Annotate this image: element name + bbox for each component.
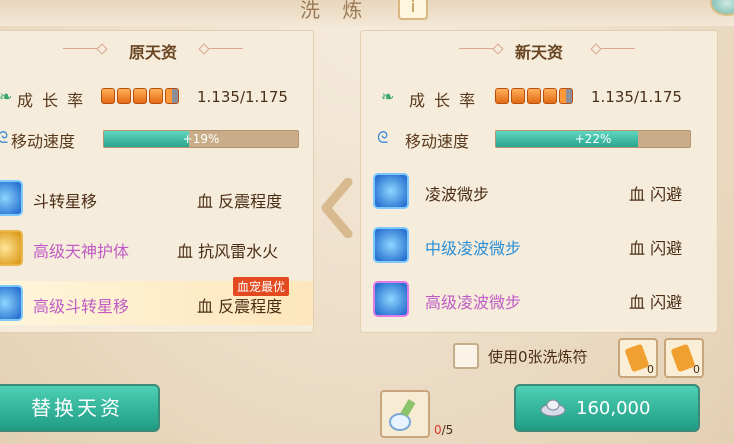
skill-row[interactable]: 中级凌波微步 血 闪避 bbox=[361, 223, 717, 267]
speed-bar: +19% bbox=[103, 130, 299, 148]
silver-ingot-icon bbox=[540, 399, 566, 417]
skill-name: 斗转星移 bbox=[33, 192, 98, 211]
leaf-icon: ❧ bbox=[381, 87, 395, 106]
skill-row[interactable]: 高级凌波微步 血 闪避 bbox=[361, 277, 717, 321]
arrow-left-icon bbox=[321, 178, 353, 238]
growth-label: 成 长 率 bbox=[17, 91, 86, 110]
speed-row: ᘓ 移动速度 +22% bbox=[361, 125, 717, 155]
skill-desc: 血 闪避 bbox=[629, 185, 683, 204]
info-icon[interactable]: i bbox=[398, 0, 428, 20]
use-scroll-label: 使用0张洗炼符 bbox=[488, 348, 588, 366]
skill-name: 中级凌波微步 bbox=[425, 239, 522, 258]
growth-value: 1.135/1.175 bbox=[197, 88, 288, 106]
growth-row: ❧ 成 长 率 1.135/1.175 bbox=[361, 85, 717, 115]
leaf-icon: ❧ bbox=[0, 87, 13, 106]
speed-bar-text: +19% bbox=[182, 132, 220, 146]
skill-icon bbox=[0, 285, 23, 321]
skill-icon bbox=[0, 230, 23, 266]
speed-bar: +22% bbox=[495, 130, 691, 148]
ornament-right bbox=[595, 48, 635, 49]
skill-desc: 血 抗风雷水火 bbox=[177, 242, 279, 261]
growth-label: 成 长 率 bbox=[409, 91, 478, 110]
speed-row: ᘓ 移动速度 +19% bbox=[0, 125, 313, 155]
skill-desc: 血 闪避 bbox=[629, 239, 683, 258]
skill-desc: 血 反震程度 bbox=[197, 192, 283, 211]
potion-icon bbox=[389, 399, 416, 431]
skill-row[interactable]: 斗转星移 血 反震程度 bbox=[0, 176, 313, 220]
scroll-count: 0 bbox=[647, 363, 654, 376]
skill-name: 高级天神护体 bbox=[33, 242, 130, 261]
scroll-count: 0 bbox=[693, 363, 700, 376]
refine-button[interactable]: 160,000 bbox=[514, 384, 700, 432]
skill-icon bbox=[373, 281, 409, 317]
skill-desc: 血 闪避 bbox=[629, 293, 683, 312]
new-aptitude-panel: 新天资 ❧ 成 长 率 1.135/1.175 ᘓ 移动速度 +22% 凌波微步… bbox=[360, 30, 718, 333]
growth-value: 1.135/1.175 bbox=[591, 88, 682, 106]
scroll-slot[interactable]: 0 bbox=[618, 338, 658, 378]
skill-icon bbox=[373, 173, 409, 209]
original-aptitude-panel: 原天资 ❧ 成 长 率 1.135/1.175 ᘓ 移动速度 +19% 斗转星移… bbox=[0, 30, 314, 333]
skill-row[interactable]: 高级天神护体 血 抗风雷水火 bbox=[0, 226, 313, 270]
panel-header: 新天资 bbox=[514, 43, 563, 62]
speed-label: 移动速度 bbox=[11, 132, 76, 151]
scroll-slot-2[interactable]: 0 bbox=[664, 338, 704, 378]
replace-aptitude-button[interactable]: 替换天资 bbox=[0, 384, 160, 432]
speed-bar-text: +22% bbox=[574, 132, 612, 146]
wind-icon: ᘓ bbox=[377, 128, 389, 147]
skill-name: 凌波微步 bbox=[425, 185, 490, 204]
ornament-right bbox=[203, 48, 243, 49]
growth-stars bbox=[495, 88, 573, 104]
skill-name: 高级凌波微步 bbox=[425, 293, 522, 312]
best-badge: 血宠最优 bbox=[233, 277, 290, 296]
skill-row[interactable]: 凌波微步 血 闪避 bbox=[361, 169, 717, 213]
use-scroll-checkbox[interactable] bbox=[453, 343, 479, 369]
growth-stars bbox=[101, 88, 179, 104]
potion-count: 0/5 bbox=[434, 423, 454, 437]
cost-value: 160,000 bbox=[576, 398, 651, 419]
growth-row: ❧ 成 长 率 1.135/1.175 bbox=[0, 85, 313, 115]
skill-icon bbox=[373, 227, 409, 263]
potion-slot[interactable] bbox=[380, 390, 430, 438]
speed-label: 移动速度 bbox=[405, 132, 470, 151]
skill-icon bbox=[0, 180, 23, 216]
skill-name: 高级斗转星移 bbox=[33, 297, 130, 316]
skill-row-highlight[interactable]: 高级斗转星移 血 反震程度 血宠最优 bbox=[0, 277, 313, 325]
panel-header: 原天资 bbox=[128, 43, 177, 62]
page-title: 洗 炼 bbox=[300, 0, 371, 22]
skill-desc: 血 反震程度 bbox=[197, 297, 283, 316]
